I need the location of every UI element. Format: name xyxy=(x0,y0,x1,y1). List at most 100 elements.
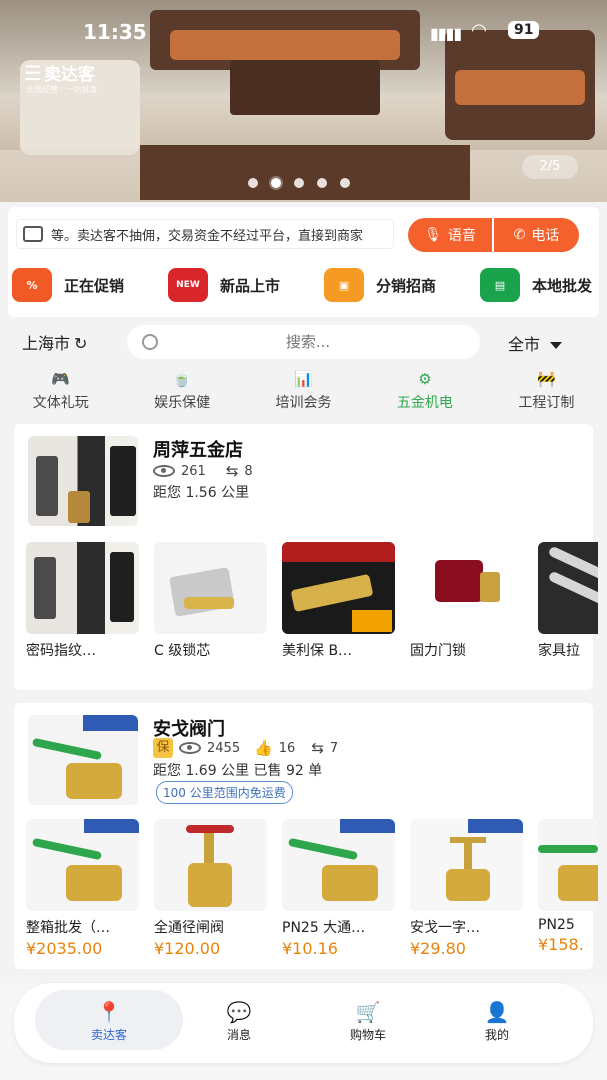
subcategory-tabs: 🎮 文体礼玩 🍵 娱乐保健 📊 培训会务 ⚙ 五金机电 🚧 工程订制 xyxy=(0,370,607,412)
product-item[interactable]: PN25 大通… ¥10.16 xyxy=(282,819,395,958)
subcategory-engineering[interactable]: 🚧 工程订制 xyxy=(486,370,607,412)
voice-label: 语音 xyxy=(447,228,476,244)
search-input[interactable] xyxy=(158,333,458,351)
product-image xyxy=(154,819,267,911)
category-distribution[interactable]: ▣ 分销招商 xyxy=(323,268,436,302)
product-item[interactable]: PN25 ¥158. xyxy=(538,819,598,958)
category-label: 本地批发 xyxy=(531,276,592,295)
product-image xyxy=(26,542,139,634)
category-new[interactable]: NEW 新品上市 xyxy=(167,268,280,302)
thumbs-up-icon: 👍 xyxy=(254,739,273,757)
carousel-dot[interactable] xyxy=(340,178,350,188)
subcategory-entertainment[interactable]: 🍵 娱乐保健 xyxy=(121,370,242,412)
shop-distance: 距您 1.56 公里 xyxy=(153,485,250,501)
product-image xyxy=(410,542,523,634)
refresh-icon[interactable]: ↻ xyxy=(74,334,87,353)
battery-icon: 91 xyxy=(508,21,540,39)
shop-card[interactable]: 周萍五金店 261 ⇆ 8 距您 1.56 公里 密码指纹… C 级锁芯 美利保… xyxy=(14,424,598,690)
carousel-dot[interactable] xyxy=(294,178,304,188)
product-name: PN25 大通… xyxy=(282,920,366,936)
carousel-dot[interactable] xyxy=(248,178,258,188)
search-bar[interactable] xyxy=(127,325,480,359)
category-label: 分销招商 xyxy=(375,276,436,295)
subcategory-sports-gifts[interactable]: 🎮 文体礼玩 xyxy=(0,370,121,412)
search-icon xyxy=(142,334,158,350)
logo-mark-icon: ☰ xyxy=(24,61,42,85)
tab-messages[interactable]: 💬 消息 xyxy=(179,1000,299,1043)
tab-label: 我的 xyxy=(484,1028,509,1042)
truck-icon: ▤ xyxy=(479,268,520,302)
subcategory-training[interactable]: 📊 培训会务 xyxy=(243,370,364,412)
product-image xyxy=(26,819,139,911)
hero-banner[interactable]: 11:35 ▮▮▮▮ ◠ 91 ☰ 卖达客 全国经营 · 一站批发 2/5 xyxy=(0,0,607,202)
wifi-icon: ◠ xyxy=(472,20,486,41)
product-image xyxy=(282,819,395,911)
microphone-icon: 🎙 xyxy=(424,227,442,243)
product-name: 整箱批发（… xyxy=(26,920,110,936)
banner-page-indicator: 2/5 xyxy=(522,155,578,179)
announcement-icon xyxy=(23,226,43,242)
product-item[interactable]: 整箱批发（… ¥2035.00 xyxy=(26,819,139,958)
product-item[interactable]: 家具拉 xyxy=(538,542,598,660)
tab-label: 购物车 xyxy=(349,1028,386,1042)
shop-thumbnail[interactable] xyxy=(28,715,138,805)
category-row: % 正在促销 NEW 新品上市 ▣ 分销招商 ▤ 本地批发 xyxy=(12,268,592,302)
scope-dropdown[interactable]: 全市 xyxy=(508,331,563,355)
shop-card[interactable]: 安戈阀门 保 2455 👍 16 ⇆ 7 距您 1.69 公里 已售 92 单 … xyxy=(14,703,598,969)
product-name: 安戈一字… xyxy=(410,920,480,936)
carousel-dots[interactable] xyxy=(248,178,350,188)
product-item[interactable]: C 级锁芯 xyxy=(154,542,267,660)
view-count: 2455 xyxy=(207,740,241,756)
tab-home[interactable]: 📍 卖达客 xyxy=(49,1000,169,1043)
location-pin-icon: 📍 xyxy=(96,1000,122,1024)
product-item[interactable]: 全通径闸阀 ¥120.00 xyxy=(154,819,267,958)
shop-stats: 261 ⇆ 8 xyxy=(153,462,253,480)
phone-icon: ✆ xyxy=(513,227,526,243)
product-name: 密码指纹… xyxy=(26,643,96,659)
shop-distance: 距您 1.69 公里 已售 92 单 xyxy=(153,763,323,779)
city-selector[interactable]: 上海市 ↻ xyxy=(22,330,87,354)
logo-text: 卖达客 xyxy=(43,65,95,85)
cart-icon: 🛒 xyxy=(355,1000,381,1024)
tab-profile[interactable]: 👤 我的 xyxy=(437,1000,557,1043)
category-promo[interactable]: % 正在促销 xyxy=(12,268,124,302)
product-price: ¥10.16 xyxy=(282,939,338,958)
barrier-icon: 🚧 xyxy=(536,370,556,388)
scope-label: 全市 xyxy=(508,335,541,354)
shop-stats: 保 2455 👍 16 ⇆ 7 xyxy=(153,738,338,758)
product-image xyxy=(538,542,598,634)
guarantee-badge: 保 xyxy=(153,738,173,758)
category-label: 正在促销 xyxy=(64,276,125,295)
notice-text: 等。卖达客不抽佣，交易资金不经过平台，直接到商家 xyxy=(51,228,364,244)
shop-name[interactable]: 周萍五金店 xyxy=(153,436,243,462)
tab-cart[interactable]: 🛒 购物车 xyxy=(308,1000,428,1043)
bag-icon: ▣ xyxy=(323,268,364,302)
product-image xyxy=(538,819,598,911)
tea-icon: 🍵 xyxy=(172,370,192,388)
phone-button[interactable]: ✆ 电话 xyxy=(494,218,579,252)
product-item[interactable]: 美利保 B… xyxy=(282,542,395,660)
subcategory-hardware[interactable]: ⚙ 五金机电 xyxy=(364,370,485,412)
carousel-dot-active[interactable] xyxy=(271,178,281,188)
view-count: 261 xyxy=(181,463,206,479)
product-price: ¥29.80 xyxy=(410,939,466,958)
chart-icon: 📊 xyxy=(294,370,313,388)
city-label: 上海市 xyxy=(22,334,71,353)
category-wholesale[interactable]: ▤ 本地批发 xyxy=(479,268,592,302)
new-icon: NEW xyxy=(167,268,208,302)
banner-bench xyxy=(140,145,470,200)
carousel-dot[interactable] xyxy=(317,178,327,188)
status-time: 11:35 xyxy=(83,20,147,44)
shop-thumbnail[interactable] xyxy=(28,436,138,526)
product-item[interactable]: 密码指纹… xyxy=(26,542,139,660)
product-item[interactable]: 安戈一字… ¥29.80 xyxy=(410,819,523,958)
voice-button[interactable]: 🎙 语音 xyxy=(408,218,492,252)
product-name: 固力门锁 xyxy=(410,643,466,659)
share-count: 8 xyxy=(244,463,253,479)
product-row: 密码指纹… C 级锁芯 美利保 B… 固力门锁 家具拉 xyxy=(26,542,598,660)
notice-bar[interactable]: 等。卖达客不抽佣，交易资金不经过平台，直接到商家 xyxy=(16,219,394,249)
product-row: 整箱批发（… ¥2035.00 全通径闸阀 ¥120.00 PN25 大通… ¥… xyxy=(26,819,598,958)
product-item[interactable]: 固力门锁 xyxy=(410,542,523,660)
share-icon: ⇆ xyxy=(225,462,239,480)
status-bar: 11:35 ▮▮▮▮ ◠ 91 xyxy=(0,18,607,48)
